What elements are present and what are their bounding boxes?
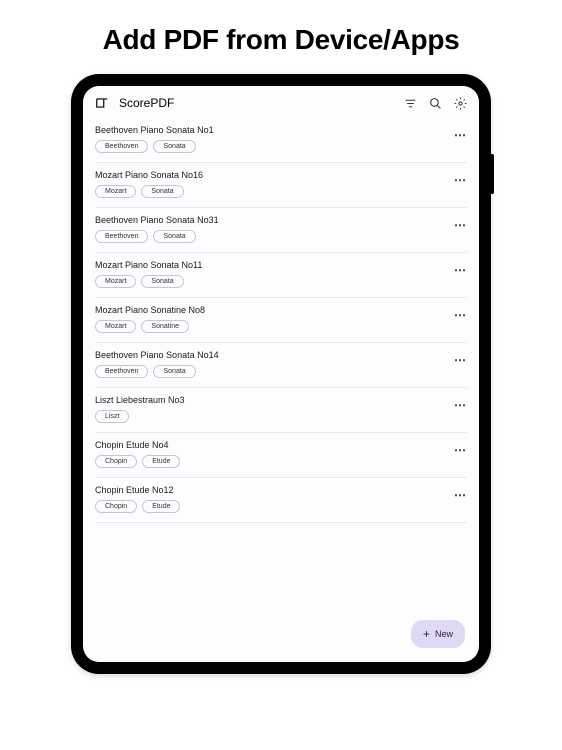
tag[interactable]: Sonata — [153, 140, 195, 153]
sort-icon[interactable] — [404, 97, 417, 110]
more-icon[interactable]: ⋯ — [448, 440, 467, 456]
item-tags: Chopin Etude — [95, 455, 448, 468]
tag[interactable]: Beethoven — [95, 230, 148, 243]
list-item[interactable]: Mozart Piano Sonata No11 Mozart Sonata ⋯ — [95, 253, 467, 298]
item-tags: Beethoven Sonata — [95, 230, 448, 243]
page-heading: Add PDF from Device/Apps — [0, 0, 562, 74]
list-item[interactable]: Liszt Liebestraum No3 Liszt ⋯ — [95, 388, 467, 433]
new-button[interactable]: + New — [411, 620, 465, 648]
app-header: ScorePDF — [83, 86, 479, 118]
list-item-content: Beethoven Piano Sonata No31 Beethoven Sona… — [95, 215, 448, 243]
item-title: Liszt Liebestraum No3 — [95, 395, 448, 405]
tag[interactable]: Chopin — [95, 455, 137, 468]
tag[interactable]: Beethoven — [95, 140, 148, 153]
item-title: Beethoven Piano Sonata No14 — [95, 350, 448, 360]
new-button-label: New — [435, 629, 453, 639]
tablet-screen: ScorePDF — [83, 86, 479, 662]
list-item[interactable]: Beethoven Piano Sonata No1 Beethoven Sonat… — [95, 118, 467, 163]
more-icon[interactable]: ⋯ — [448, 215, 467, 231]
more-icon[interactable]: ⋯ — [448, 260, 467, 276]
settings-icon[interactable] — [454, 97, 467, 110]
more-icon[interactable]: ⋯ — [448, 170, 467, 186]
more-icon[interactable]: ⋯ — [448, 485, 467, 501]
item-title: Beethoven Piano Sonata No31 — [95, 215, 448, 225]
tag[interactable]: Mozart — [95, 185, 136, 198]
list-item[interactable]: Beethoven Piano Sonata No31 Beethoven Sona… — [95, 208, 467, 253]
more-icon[interactable]: ⋯ — [448, 350, 467, 366]
item-title: Mozart Piano Sonatine No8 — [95, 305, 448, 315]
more-icon[interactable]: ⋯ — [448, 305, 467, 321]
tablet-side-button — [491, 154, 494, 194]
item-tags: Beethoven Sonata — [95, 140, 448, 153]
tag[interactable]: Beethoven — [95, 365, 148, 378]
plus-icon: + — [423, 628, 430, 640]
tag[interactable]: Liszt — [95, 410, 129, 423]
tag[interactable]: Sonatine — [141, 320, 189, 333]
item-title: Beethoven Piano Sonata No1 — [95, 125, 448, 135]
app-name: ScorePDF — [119, 96, 394, 110]
list-item-content: Liszt Liebestraum No3 Liszt — [95, 395, 448, 423]
tag[interactable]: Sonata — [141, 185, 183, 198]
tag[interactable]: Etude — [142, 455, 180, 468]
item-tags: Chopin Etude — [95, 500, 448, 513]
item-tags: Mozart Sonata — [95, 275, 448, 288]
list-item[interactable]: Mozart Piano Sonata No16 Mozart Sonata ⋯ — [95, 163, 467, 208]
item-title: Mozart Piano Sonata No16 — [95, 170, 448, 180]
tablet-frame: ScorePDF — [71, 74, 491, 674]
search-icon[interactable] — [429, 97, 442, 110]
item-tags: Beethoven Sonata — [95, 365, 448, 378]
tag[interactable]: Sonata — [141, 275, 183, 288]
list-item-content: Beethoven Piano Sonata No14 Beethoven Sona… — [95, 350, 448, 378]
list-item-content: Chopin Etude No12 Chopin Etude — [95, 485, 448, 513]
list-item-content: Mozart Piano Sonata No16 Mozart Sonata — [95, 170, 448, 198]
tag[interactable]: Chopin — [95, 500, 137, 513]
item-title: Mozart Piano Sonata No11 — [95, 260, 448, 270]
list-item[interactable]: Mozart Piano Sonatine No8 Mozart Sonatine ⋯ — [95, 298, 467, 343]
list-item[interactable]: Chopin Etude No12 Chopin Etude ⋯ — [95, 478, 467, 523]
tag[interactable]: Sonata — [153, 365, 195, 378]
tag[interactable]: Etude — [142, 500, 180, 513]
more-icon[interactable]: ⋯ — [448, 125, 467, 141]
item-tags: Liszt — [95, 410, 448, 423]
tag[interactable]: Mozart — [95, 320, 136, 333]
list-item-content: Chopin Etude No4 Chopin Etude — [95, 440, 448, 468]
list-item-content: Beethoven Piano Sonata No1 Beethoven Sonat… — [95, 125, 448, 153]
list-item[interactable]: Chopin Etude No4 Chopin Etude ⋯ — [95, 433, 467, 478]
item-tags: Mozart Sonatine — [95, 320, 448, 333]
header-actions — [404, 97, 467, 110]
item-title: Chopin Etude No4 — [95, 440, 448, 450]
list-item-content: Mozart Piano Sonatine No8 Mozart Sonatine — [95, 305, 448, 333]
score-list[interactable]: Beethoven Piano Sonata No1 Beethoven Sonat… — [83, 118, 479, 662]
more-icon[interactable]: ⋯ — [448, 395, 467, 411]
item-title: Chopin Etude No12 — [95, 485, 448, 495]
app-logo-icon — [95, 96, 109, 110]
item-tags: Mozart Sonata — [95, 185, 448, 198]
list-item-content: Mozart Piano Sonata No11 Mozart Sonata — [95, 260, 448, 288]
tag[interactable]: Sonata — [153, 230, 195, 243]
tag[interactable]: Mozart — [95, 275, 136, 288]
list-item[interactable]: Beethoven Piano Sonata No14 Beethoven Sona… — [95, 343, 467, 388]
